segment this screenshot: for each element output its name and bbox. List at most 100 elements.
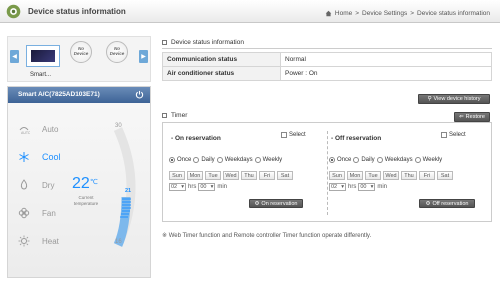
hrs-label: hrs [348,184,357,190]
caption-line: temperature [73,200,99,206]
mode-fan[interactable]: Fan [18,207,56,219]
select-value: 02 [171,184,178,190]
day-sat[interactable]: Sat [277,171,293,180]
temperature-setpoint: 21 [125,188,132,194]
radio-label: Weekly [422,157,443,163]
chevron-down-icon: ▾ [341,184,344,190]
day-thu[interactable]: Thu [241,171,257,180]
temperature-slider[interactable] [104,127,144,247]
off-reservation-title: - Off reservation [331,135,382,142]
off-hour-select[interactable]: 02 ▾ [329,183,346,191]
day-tue[interactable]: Tue [365,171,381,180]
mode-label: Fan [42,208,56,218]
checkbox-label: Select [449,132,466,138]
empty-device-slot[interactable]: No Device [70,41,92,63]
radio-once[interactable] [329,157,335,163]
button-label: Off reservation [432,200,469,207]
day-mon[interactable]: Mon [347,171,363,180]
device-image [31,50,55,62]
divider [162,48,492,49]
radio-label: Weekdays [384,157,413,163]
day-tue[interactable]: Tue [205,171,221,180]
radio-daily[interactable] [193,157,200,163]
gear-icon: ⚙ [425,200,431,207]
off-minute-select[interactable]: 00 ▾ [358,183,376,191]
current-temperature: 22 [72,175,90,192]
checkbox[interactable] [281,132,287,138]
breadcrumb-home[interactable]: Home [335,10,352,17]
mode-auto[interactable]: AUTO Auto [18,123,58,135]
section-title-text: Timer [171,112,188,119]
mode-cool[interactable]: Cool [18,151,61,163]
day-wed[interactable]: Wed [223,171,239,180]
divider [327,131,328,215]
breadcrumb: Home > Device Settings > Device status i… [325,10,490,17]
bullet-icon [162,40,167,45]
radio-label: Daily [361,157,375,163]
button-label: On reservation [261,200,298,207]
temperature-scale-max: 30 [115,123,122,129]
day-sun[interactable]: Sun [329,171,345,180]
radio-daily[interactable] [353,157,360,163]
radio-label: Once [337,157,352,163]
min-label: min [217,184,228,190]
day-fri[interactable]: Fri [259,171,275,180]
ac-control-panel: Smart A/C(7825AD103E71) AUTO Auto Cool D… [7,86,151,278]
status-value: Power : On [280,66,492,81]
on-day-buttons: Sun Mon Tue Wed Thu Fri Sat [169,171,293,180]
mode-dry[interactable]: Dry [18,179,54,191]
restore-button[interactable]: ⇐ Restore [454,112,490,122]
day-mon[interactable]: Mon [187,171,203,180]
off-reservation-button[interactable]: ⚙ Off reservation [419,199,475,208]
carousel-prev-button[interactable]: ◀ [10,50,19,63]
day-sun[interactable]: Sun [169,171,185,180]
on-select-checkbox[interactable]: Select [281,132,306,138]
device-label: Smart... [30,72,52,78]
radio-weekdays[interactable] [376,157,383,163]
checkbox[interactable] [441,132,447,138]
radio-weekly[interactable] [414,157,421,163]
radio-once[interactable] [169,157,175,163]
on-minute-select[interactable]: 00 ▾ [198,183,216,191]
select-value: 02 [331,184,338,190]
timer-panel: - On reservation Select Once Daily Weekd… [162,122,492,222]
min-label: min [377,184,388,190]
radio-weekdays[interactable] [216,157,223,163]
mode-heat[interactable]: Heat [18,235,59,247]
chevron-down-icon: ▾ [370,184,374,190]
view-history-button[interactable]: ⚲ View device history [418,94,490,104]
chevron-down-icon: ▾ [181,184,184,190]
table-row: Air conditioner status Power : On [162,66,492,81]
power-icon[interactable] [135,90,144,99]
empty-slot-text: Device [73,51,89,56]
carousel-next-button[interactable]: ▶ [139,50,148,63]
status-key: Air conditioner status [162,66,281,81]
device-thumbnail-selected[interactable] [26,45,60,67]
snowflake-icon [19,152,29,162]
day-sat[interactable]: Sat [437,171,453,180]
button-label: Restore [465,114,485,120]
off-day-buttons: Sun Mon Tue Wed Thu Fri Sat [329,171,453,180]
bullet-icon [162,113,167,118]
temperature-unit: ℃ [90,179,98,186]
status-key: Communication status [162,52,281,67]
off-select-checkbox[interactable]: Select [441,132,466,138]
breadcrumb-current: Device status information [417,10,490,17]
temperature-slider-fill [113,196,131,247]
radio-weekly[interactable] [254,157,261,163]
day-thu[interactable]: Thu [401,171,417,180]
hrs-label: hrs [188,184,197,190]
mode-label: Dry [42,180,55,190]
on-hour-select[interactable]: 02 ▾ [169,183,186,191]
on-reservation-button[interactable]: ⚙ On reservation [249,199,303,208]
page-header: Device status information Home > Device … [0,0,500,23]
empty-device-slot[interactable]: No Device [106,41,128,63]
on-reservation-title: - On reservation [171,135,221,142]
select-value: 00 [200,184,207,190]
day-fri[interactable]: Fri [419,171,435,180]
day-wed[interactable]: Wed [383,171,399,180]
gear-icon: ⚙ [254,200,260,207]
off-recurrence-options: Once Daily Weekdays Weekly [329,157,442,163]
section-title-text: Device status information [171,39,244,46]
breadcrumb-device-settings[interactable]: Device Settings [362,10,407,17]
